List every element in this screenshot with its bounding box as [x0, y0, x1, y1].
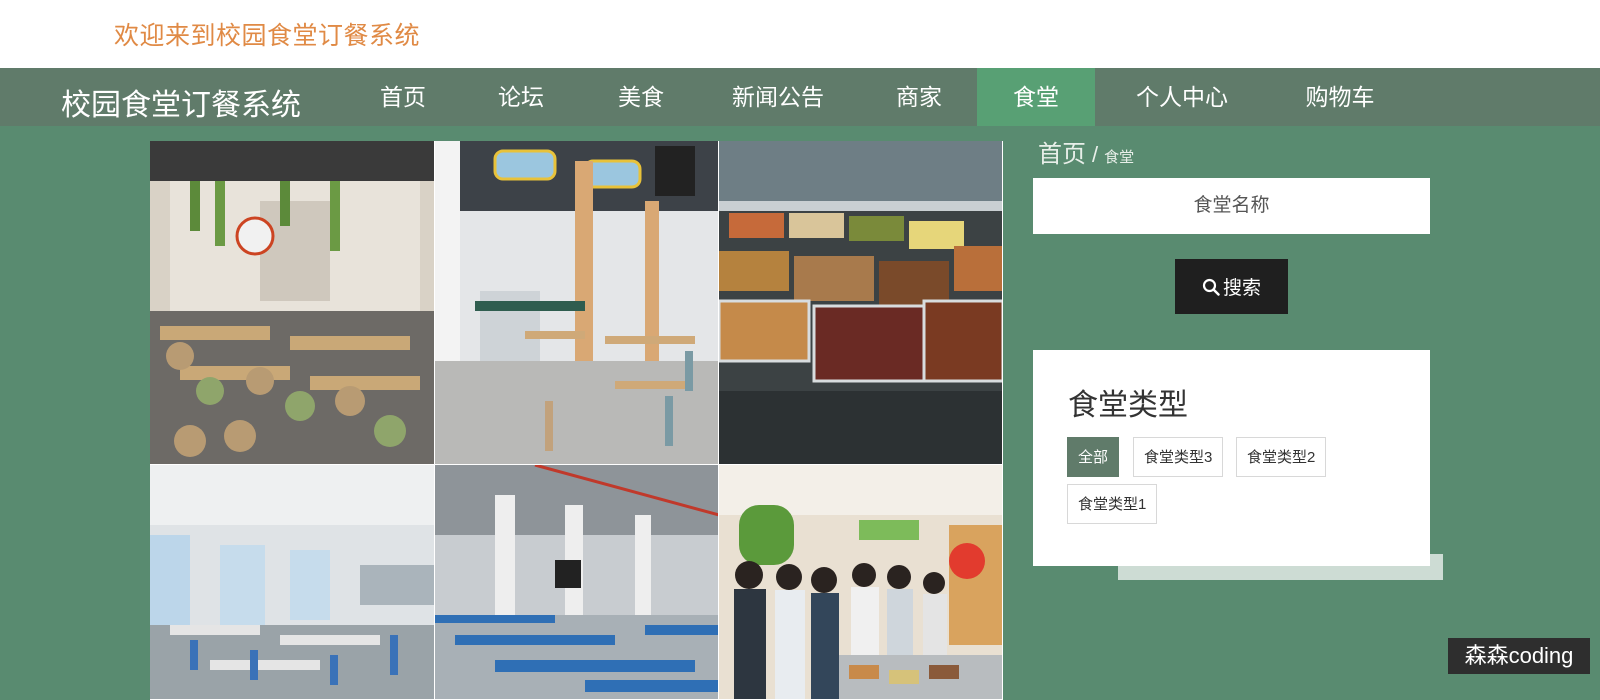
canteen-photo-2[interactable]	[435, 141, 719, 465]
canteen-type-panel: 食堂类型 全部 食堂类型3 食堂类型2 食堂类型1	[1033, 350, 1430, 566]
main-content: 首页/ 食堂 搜索 食堂类型 全部 食堂类型3 食堂类型2 食堂类型1 森森cod…	[0, 126, 1600, 700]
canteen-photo-5[interactable]	[435, 465, 719, 700]
main-navbar: 校园食堂订餐系统 首页 论坛 美食 新闻公告 商家 食堂 个人中心 购物车	[0, 68, 1600, 126]
canteen-type-title: 食堂类型	[1068, 389, 1188, 422]
canteen-photo-gallery[interactable]	[150, 141, 1003, 700]
nav-item-home[interactable]: 首页	[360, 68, 446, 126]
nav-item-personal-center[interactable]: 个人中心	[1122, 68, 1242, 126]
canteen-photo-1[interactable]	[150, 141, 435, 465]
nav-item-forum[interactable]: 论坛	[478, 68, 564, 126]
canteen-photo-4[interactable]	[150, 465, 435, 700]
breadcrumb: 首页 / 食堂	[1038, 134, 1134, 169]
nav-item-food[interactable]: 美食	[598, 68, 684, 126]
nav-item-canteen[interactable]: 食堂	[977, 68, 1095, 126]
canteen-interior-image	[150, 141, 434, 464]
nav-item-news[interactable]: 新闻公告	[718, 68, 838, 126]
breadcrumb-current: 食堂	[1104, 149, 1135, 166]
tag-canteen-type-1[interactable]: 食堂类型1	[1067, 484, 1158, 524]
tag-canteen-type-2[interactable]: 食堂类型2	[1236, 437, 1327, 477]
nav-item-merchants[interactable]: 商家	[876, 68, 962, 126]
students-queue-image	[719, 465, 1002, 699]
food-trays-image	[719, 141, 1002, 464]
search-button[interactable]: 搜索	[1175, 259, 1288, 314]
breadcrumb-home[interactable]: 首页	[1038, 141, 1086, 168]
tag-all[interactable]: 全部	[1067, 437, 1120, 477]
tag-canteen-type-3[interactable]: 食堂类型3	[1133, 437, 1224, 477]
cafeteria-image	[435, 465, 718, 699]
site-brand[interactable]: 校园食堂订餐系统	[61, 80, 301, 124]
top-header: 欢迎来到校园食堂订餐系统	[0, 0, 1600, 68]
canteen-photo-6[interactable]	[719, 465, 1003, 700]
canteen-photo-3[interactable]	[719, 141, 1003, 465]
modern-canteen-image	[435, 141, 718, 464]
nav-item-cart[interactable]: 购物车	[1290, 68, 1390, 126]
welcome-text: 欢迎来到校园食堂订餐系统	[114, 22, 421, 50]
search-button-label: 搜索	[1222, 278, 1261, 299]
breadcrumb-separator: /	[1092, 142, 1099, 167]
dining-hall-image	[150, 465, 434, 699]
white-overlay-strip	[1118, 554, 1443, 580]
search-icon	[1202, 278, 1220, 296]
canteen-name-search-input[interactable]	[1033, 178, 1430, 234]
video-watermark: 森森coding	[1448, 638, 1590, 674]
